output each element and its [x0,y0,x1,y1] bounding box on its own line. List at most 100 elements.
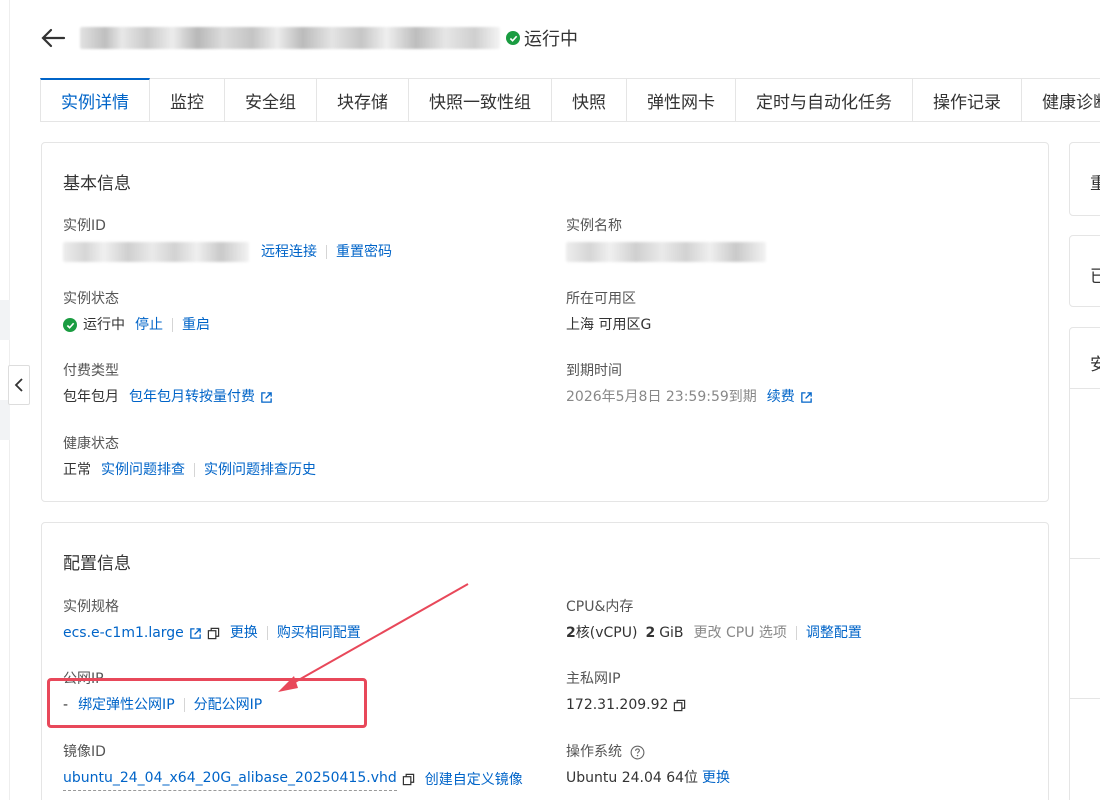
tab-snapshot[interactable]: 快照 [552,78,627,121]
tab-snapshot-consistency-group[interactable]: 快照一致性组 [409,78,552,121]
instance-title-redacted [80,27,500,49]
private-ip-value: 172.31.209.92 [566,697,669,713]
tab-block-storage[interactable]: 块存储 [317,78,409,121]
image-id-field: 镜像ID ubuntu_24_04_x64_20G_alibase_202504… [63,742,523,791]
field-label: 实例状态 [63,291,119,307]
running-status-icon [63,318,77,332]
field-label: 实例名称 [566,218,622,234]
expire-field: 到期时间 2026年5月8日 23:59:59到期 续费 [566,361,813,407]
chevron-left-icon [14,378,23,392]
external-link-icon[interactable] [260,391,273,404]
tab-eni[interactable]: 弹性网卡 [627,78,736,121]
change-os-link[interactable]: 更换 [702,768,730,788]
field-label: 操作系统 [566,744,622,760]
status-text: 运行中 [524,29,578,50]
field-label: 实例规格 [63,599,119,615]
field-label: 健康状态 [63,436,119,452]
field-label: 所在可用区 [566,291,636,307]
field-label: 实例ID [63,218,106,234]
back-arrow-icon[interactable] [40,24,68,52]
remote-connect-link[interactable]: 远程连接 [261,242,317,262]
right-card: 重 [1069,142,1100,216]
section-title: 配置信息 [63,554,131,574]
copy-icon[interactable] [207,627,220,640]
page-header: 运行中 [40,18,578,58]
change-spec-link[interactable]: 更换 [230,623,258,643]
instance-id-redacted [63,242,249,262]
divider [1070,388,1100,389]
health-field: 健康状态 正常 实例问题排查 实例问题排查历史 [63,434,316,480]
image-id-link[interactable]: ubuntu_24_04_x64_20G_alibase_20250415.vh… [63,768,397,791]
tab-scheduled-tasks[interactable]: 定时与自动化任务 [736,78,913,121]
spec-link[interactable]: ecs.e-c1m1.large [63,623,184,643]
instance-name-field: 实例名称 [566,216,766,262]
right-card: 已 [1069,235,1100,307]
bind-eip-link[interactable]: 绑定弹性公网IP [78,695,175,715]
running-status-icon [506,31,520,45]
private-ip-field: 主私网IP 172.31.209.92 [566,669,686,715]
cpu-count: 2 [566,625,576,641]
zone-value: 上海 可用区G [566,317,652,333]
os-value: Ubuntu 24.04 64位 [566,770,699,786]
help-icon[interactable] [630,745,645,760]
divider [326,245,327,259]
copy-icon[interactable] [402,773,415,786]
tab-health-diagnosis[interactable]: 健康诊断 [1022,78,1100,121]
assign-public-ip-link[interactable]: 分配公网IP [194,695,263,715]
create-custom-image-link[interactable]: 创建自定义镜像 [425,770,523,790]
adjust-config-link[interactable]: 调整配置 [806,623,862,643]
health-value: 正常 [63,462,91,478]
divider [1070,558,1100,559]
cpu-memory-field: CPU&内存 2 核(vCPU) 2 GiB 更改 CPU 选项 调整配置 [566,597,862,643]
expire-value: 2026年5月8日 23:59:59到期 [566,389,757,405]
right-card-title: 重 [1090,169,1100,194]
billing-value: 包年包月 [63,389,119,405]
tab-operation-log[interactable]: 操作记录 [913,78,1022,121]
memory-unit: GiB [659,625,684,641]
instance-status-header: 运行中 [506,25,578,51]
sidebar-shade [0,400,10,440]
divider [1070,698,1100,699]
billing-field: 付费类型 包年包月 包年包月转按量付费 [63,361,273,407]
change-cpu-options-disabled: 更改 CPU 选项 [693,625,787,641]
right-card-title: 已 [1090,262,1100,287]
right-card: 安 [1069,327,1100,800]
troubleshoot-history-link[interactable]: 实例问题排查历史 [204,460,316,480]
cpu-unit: 核(vCPU) [575,625,638,641]
external-link-icon[interactable] [800,391,813,404]
renew-link[interactable]: 续费 [767,387,795,407]
os-field: 操作系统 Ubuntu 24.04 64位 更换 [566,742,730,788]
memory-size: 2 [645,625,656,641]
divider [266,626,268,640]
field-label: 镜像ID [63,744,106,760]
divider [795,626,797,640]
billing-switch-link[interactable]: 包年包月转按量付费 [129,387,255,407]
stop-link[interactable]: 停止 [135,315,163,335]
field-label: 公网IP [63,671,104,687]
divider [183,698,185,712]
field-label: 到期时间 [566,363,622,379]
tab-security-group[interactable]: 安全组 [225,78,317,121]
restart-link[interactable]: 重启 [182,315,210,335]
tab-instance-details[interactable]: 实例详情 [40,78,150,121]
reset-password-link[interactable]: 重置密码 [336,242,392,262]
instance-name-redacted [566,242,766,262]
troubleshoot-link[interactable]: 实例问题排查 [101,460,185,480]
copy-icon[interactable] [673,699,686,712]
external-link-icon[interactable] [189,627,202,640]
expand-sidebar-button[interactable] [8,365,30,405]
status-value: 运行中 [83,317,125,333]
divider [172,318,173,332]
basic-info-card: 基本信息 实例ID 远程连接 重置密码 实例名称 实例状态 运行中 停止 重启 … [41,142,1049,502]
tab-monitoring[interactable]: 监控 [150,78,225,121]
field-label: 主私网IP [566,671,621,687]
field-label: CPU&内存 [566,599,634,615]
config-info-card: 配置信息 实例规格 ecs.e-c1m1.large 更换 购买相同配置 CPU… [41,522,1049,800]
divider [194,463,195,477]
public-ip-field: 公网IP - 绑定弹性公网IP 分配公网IP [63,669,262,715]
detail-tabs: 实例详情 监控 安全组 块存储 快照一致性组 快照 弹性网卡 定时与自动化任务 … [40,78,1100,122]
instance-id-field: 实例ID 远程连接 重置密码 [63,216,392,262]
zone-field: 所在可用区 上海 可用区G [566,289,651,335]
buy-same-config-link[interactable]: 购买相同配置 [277,623,361,643]
field-label: 付费类型 [63,363,119,379]
